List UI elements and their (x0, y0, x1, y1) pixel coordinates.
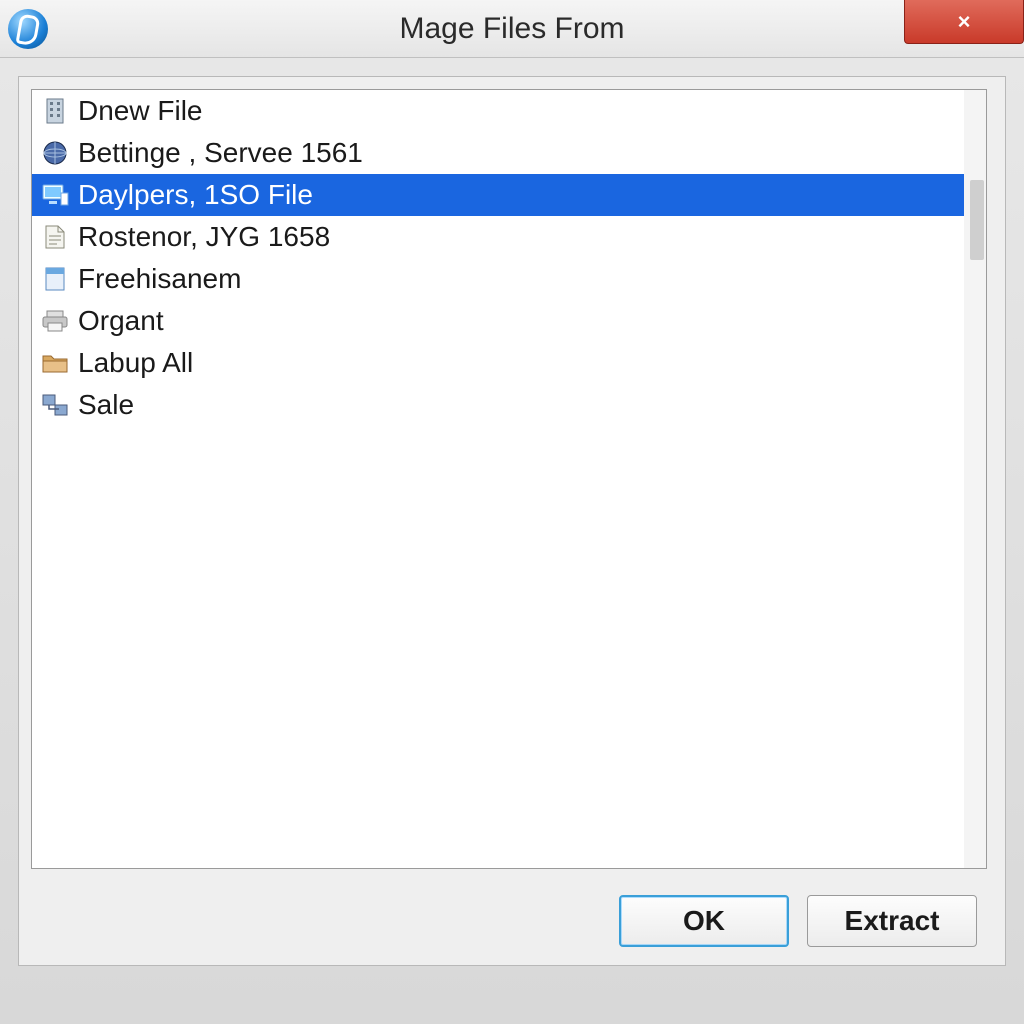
list-item[interactable]: Bettinge , Servee 1561 (32, 132, 986, 174)
list-item[interactable]: Dnew File (32, 90, 986, 132)
printer-icon (40, 306, 70, 336)
list-item[interactable]: Organt (32, 300, 986, 342)
list-item-label: Bettinge , Servee 1561 (78, 137, 363, 169)
computer-icon (40, 180, 70, 210)
list-item-label: Organt (78, 305, 164, 337)
list-item-label: Daylpers, 1SO File (78, 179, 313, 211)
list-item[interactable]: Sale (32, 384, 986, 426)
dialog-body: Dnew File Bettinge , Servee 1561 Daylper… (18, 76, 1006, 966)
extract-button[interactable]: Extract (807, 895, 977, 947)
button-row: OK Extract (619, 895, 977, 947)
list-item[interactable]: Daylpers, 1SO File (32, 174, 986, 216)
scrollbar[interactable] (964, 90, 986, 868)
building-icon (40, 96, 70, 126)
list-item[interactable]: Labup All (32, 342, 986, 384)
list-item-label: Rostenor, JYG 1658 (78, 221, 330, 253)
list-item-label: Freehisanem (78, 263, 241, 295)
titlebar: Mage Files From × (0, 0, 1024, 58)
list-item-label: Sale (78, 389, 134, 421)
file-listbox[interactable]: Dnew File Bettinge , Servee 1561 Daylper… (31, 89, 987, 869)
close-button[interactable]: × (904, 0, 1024, 44)
app-icon (8, 9, 48, 49)
window-title: Mage Files From (399, 12, 624, 46)
close-icon: × (958, 11, 971, 33)
list-item-label: Dnew File (78, 95, 202, 127)
page-icon (40, 264, 70, 294)
globe-icon (40, 138, 70, 168)
list-item[interactable]: Rostenor, JYG 1658 (32, 216, 986, 258)
list-item-label: Labup All (78, 347, 193, 379)
folder-icon (40, 348, 70, 378)
list-item[interactable]: Freehisanem (32, 258, 986, 300)
network-icon (40, 390, 70, 420)
document-icon (40, 222, 70, 252)
ok-button[interactable]: OK (619, 895, 789, 947)
scrollbar-thumb[interactable] (970, 180, 984, 260)
